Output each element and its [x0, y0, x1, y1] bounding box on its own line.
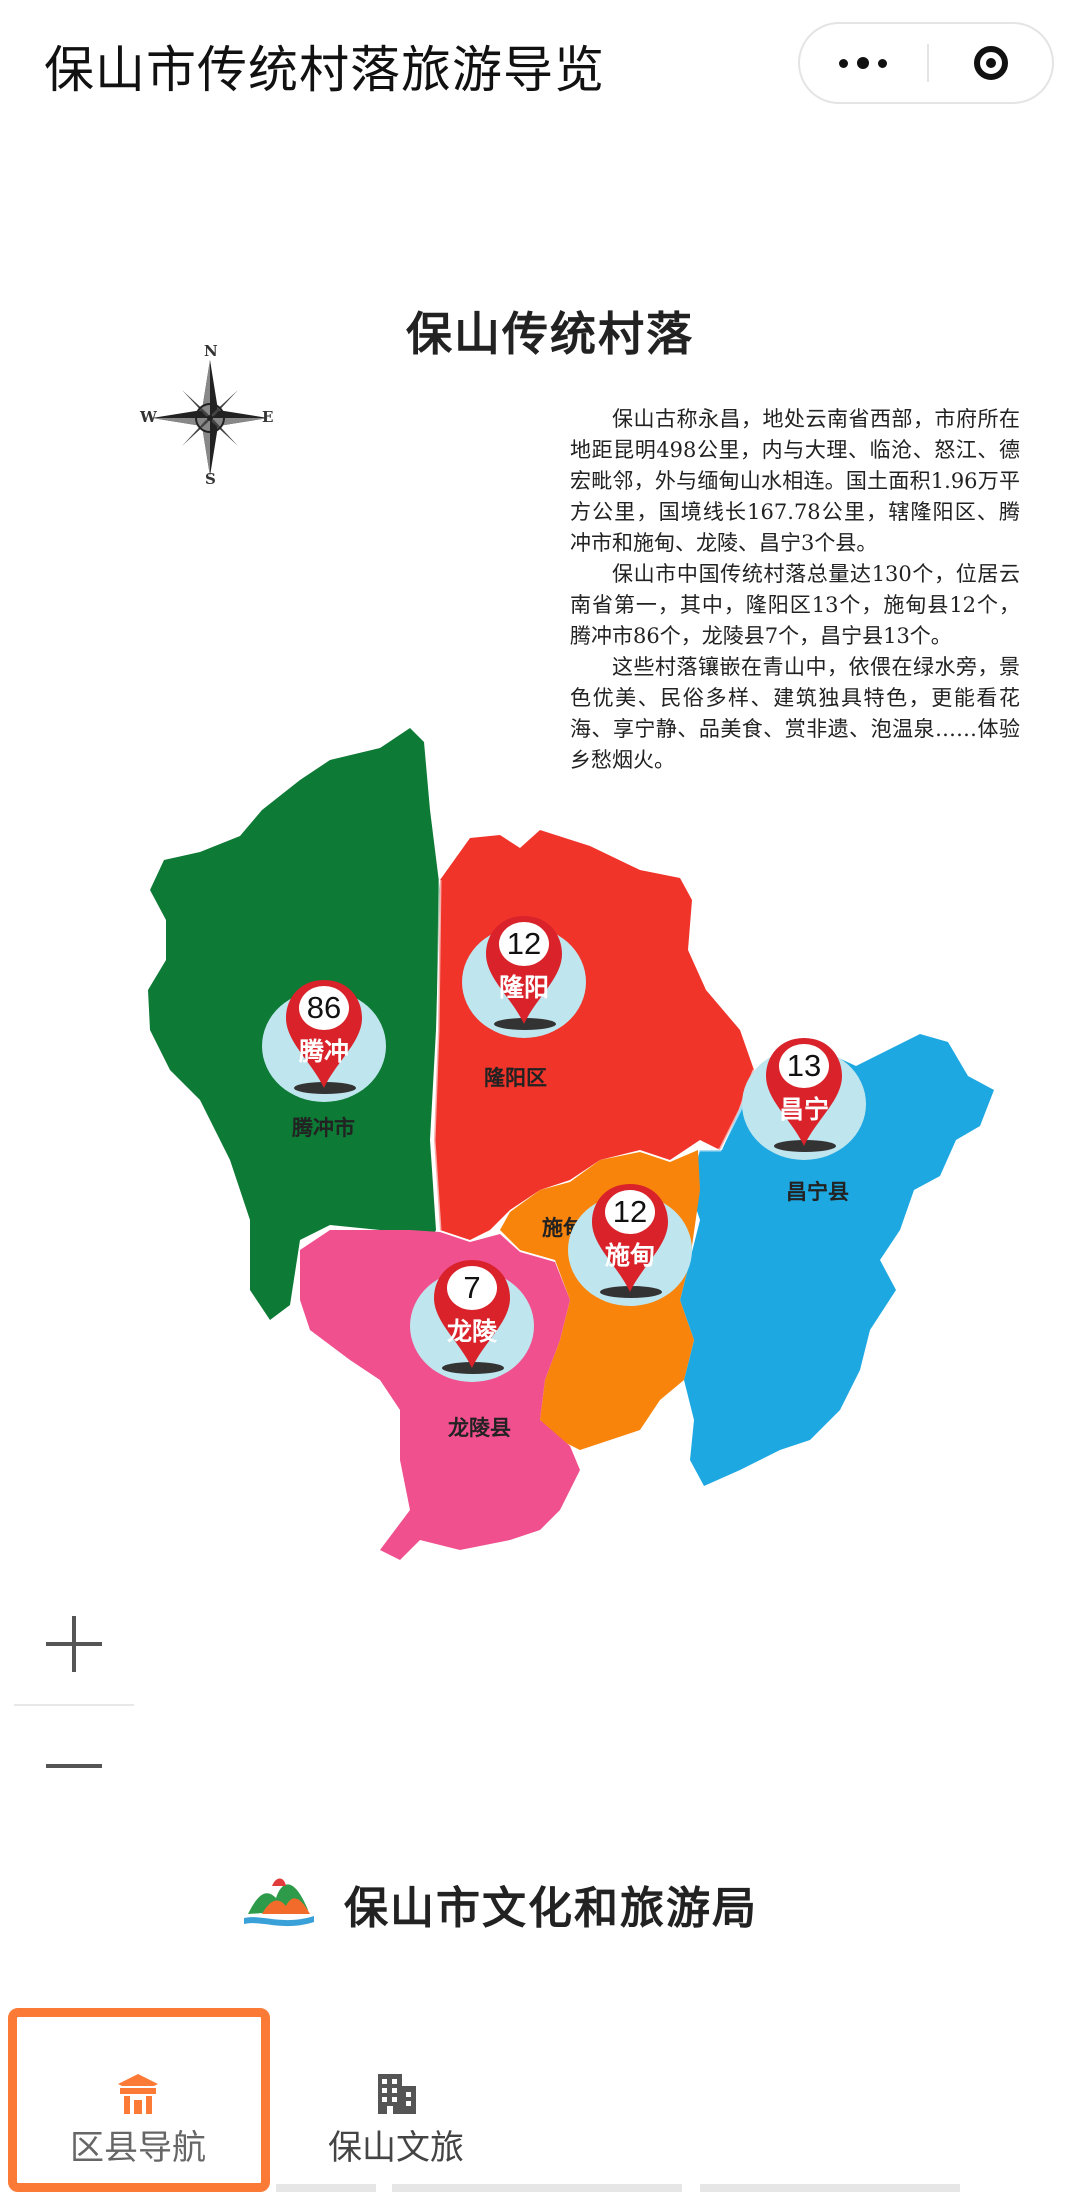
zoom-in-button[interactable] [14, 1588, 134, 1700]
compass-w: W [140, 408, 157, 426]
marker-count: 7 [447, 1266, 497, 1310]
intro-paragraph: 这些村落镶嵌在青山中，依偎在绿水旁，景色优美、民俗多样、建筑独具特色，更能看花海… [570, 655, 1020, 772]
marker-count: 12 [605, 1190, 655, 1234]
bottom-strip [276, 2184, 376, 2192]
marker-count: 86 [299, 986, 349, 1030]
pavilion-icon [118, 2074, 158, 2114]
district-label-longling: 龙陵县 [448, 1416, 511, 1440]
page-title: 保山市传统村落旅游导览 [44, 41, 605, 99]
marker-longyang[interactable]: 12 隆阳 [462, 914, 586, 1038]
marker-longling[interactable]: 7 龙陵 [410, 1258, 534, 1382]
intro-paragraph: 保山市中国传统村落总量达130个，位居云南省第一，其中，隆阳区13个，施甸县12… [570, 562, 1020, 648]
marker-name: 龙陵 [446, 1317, 497, 1346]
intro-paragraph: 保山古称永昌，地处云南省西部，市府所在地距昆明498公里，内与大理、临沧、怒江、… [570, 407, 1020, 555]
tab-baoshan-culture[interactable]: 保山文旅 [266, 2000, 526, 2192]
more-button[interactable] [800, 24, 926, 102]
target-circle-icon [974, 46, 1008, 80]
map-title: 保山传统村落 [406, 307, 694, 361]
district-label-tengchong: 腾冲市 [292, 1116, 355, 1140]
miniprogram-capsule [798, 22, 1054, 104]
marker-count: 13 [779, 1044, 829, 1088]
marker-name: 施甸 [604, 1241, 655, 1270]
zoom-out-button[interactable] [14, 1708, 134, 1820]
tab-label: 保山文旅 [328, 2128, 464, 2168]
zoom-divider [14, 1704, 134, 1706]
tab-label: 区县导航 [70, 2128, 206, 2168]
building-icon [378, 2074, 416, 2114]
compass-e: E [262, 408, 274, 426]
compass-rose-icon [152, 360, 268, 476]
marker-changning[interactable]: 13 昌宁 [742, 1036, 866, 1160]
bureau-logo-icon [244, 1878, 314, 1927]
nav-header: 保山市传统村落旅游导览 [0, 0, 1080, 130]
marker-name: 隆阳 [498, 973, 549, 1002]
district-label-changning: 昌宁县 [786, 1180, 849, 1204]
more-dots-icon [839, 58, 848, 68]
bottom-strip [700, 2184, 960, 2192]
tab-bar: 区县导航 保山文旅 [0, 2000, 1080, 2192]
marker-name: 昌宁 [778, 1095, 829, 1124]
tab-district-nav[interactable]: 区县导航 [8, 2000, 268, 2192]
map-view[interactable]: N S E W 保山传统村落 保山古称永昌，地处云南省西部，市府所在地距昆明49… [0, 130, 1080, 2000]
intro-text: 保山古称永昌，地处云南省西部，市府所在地距昆明498公里，内与大理、临沧、怒江、… [570, 404, 1020, 776]
bureau-name: 保山市文化和旅游局 [344, 1883, 758, 1934]
close-button[interactable] [928, 24, 1054, 102]
bottom-strip [392, 2184, 682, 2192]
compass-s: S [205, 470, 216, 488]
marker-count: 12 [499, 922, 549, 966]
zoom-control [14, 1588, 134, 1820]
marker-name: 腾冲 [298, 1037, 349, 1066]
marker-tengchong[interactable]: 86 腾冲 [262, 978, 386, 1102]
district-label-longyang: 隆阳区 [484, 1066, 547, 1090]
marker-shidian[interactable]: 12 施甸 [568, 1182, 692, 1306]
